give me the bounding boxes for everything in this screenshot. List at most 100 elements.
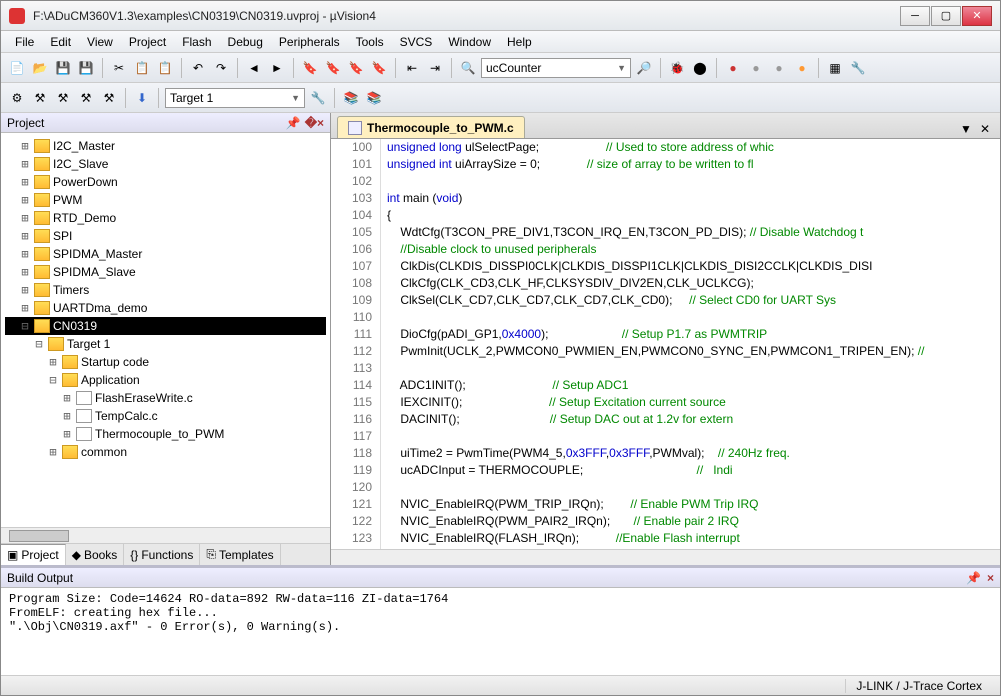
bookmark-clear-icon[interactable]: 🔖 — [369, 58, 389, 78]
manage-books-icon[interactable]: 📚 — [341, 88, 361, 108]
expand-icon[interactable]: ⊟ — [33, 337, 45, 351]
translate-icon[interactable]: ⚙ — [7, 88, 27, 108]
tree-item-powerdown[interactable]: ⊞PowerDown — [5, 173, 326, 191]
tree-item-startup-code[interactable]: ⊞Startup code — [5, 353, 326, 371]
project-tab-books[interactable]: ◆Books — [66, 544, 125, 565]
expand-icon[interactable]: ⊞ — [19, 247, 31, 261]
bookmark-next-icon[interactable]: 🔖 — [346, 58, 366, 78]
code-line[interactable]: ADC1INIT(); // Setup ADC1 — [387, 377, 1000, 394]
menu-svcs[interactable]: SVCS — [392, 32, 441, 52]
configure-icon[interactable]: 🔧 — [848, 58, 868, 78]
bookmark-icon[interactable]: 🔖 — [300, 58, 320, 78]
tree-item-application[interactable]: ⊟Application — [5, 371, 326, 389]
gray-dot2-icon[interactable]: ● — [769, 58, 789, 78]
pin-icon[interactable]: 📌 — [966, 571, 981, 585]
expand-icon[interactable]: ⊞ — [61, 427, 73, 441]
manage-components-icon[interactable]: 📚 — [364, 88, 384, 108]
new-button[interactable]: 📄 — [7, 58, 27, 78]
find-icon[interactable]: 🔍 — [458, 58, 478, 78]
find-in-files-icon[interactable]: 🔎 — [634, 58, 654, 78]
tree-item-cn0319[interactable]: ⊟CN0319 — [5, 317, 326, 335]
editor-hscrollbar[interactable] — [331, 549, 1000, 565]
menu-edit[interactable]: Edit — [42, 32, 79, 52]
tree-item-rtd-demo[interactable]: ⊞RTD_Demo — [5, 209, 326, 227]
tree-item-flasherasewrite-c[interactable]: ⊞FlashEraseWrite.c — [5, 389, 326, 407]
code-line[interactable] — [387, 428, 1000, 445]
build-icon[interactable]: ⚒ — [30, 88, 50, 108]
panel-close-icon[interactable]: × — [987, 571, 994, 585]
menu-debug[interactable]: Debug — [220, 32, 271, 52]
code-line[interactable] — [387, 309, 1000, 326]
minimize-button[interactable]: ─ — [900, 6, 930, 26]
project-hscrollbar[interactable] — [1, 527, 330, 543]
gray-dot-icon[interactable]: ● — [746, 58, 766, 78]
menu-tools[interactable]: Tools — [348, 32, 392, 52]
expand-icon[interactable]: ⊟ — [19, 319, 31, 333]
red-dot-icon[interactable]: ● — [723, 58, 743, 78]
rebuild-icon[interactable]: ⚒ — [53, 88, 73, 108]
find-combo[interactable]: ucCounter ▼ — [481, 58, 631, 78]
menu-window[interactable]: Window — [440, 32, 499, 52]
redo-button[interactable]: ↷ — [211, 58, 231, 78]
batch-build-icon[interactable]: ⚒ — [76, 88, 96, 108]
project-tab-project[interactable]: ▣Project — [1, 544, 66, 565]
tree-item-spidma-master[interactable]: ⊞SPIDMA_Master — [5, 245, 326, 263]
outdent-icon[interactable]: ⇥ — [425, 58, 445, 78]
orange-dot-icon[interactable]: ● — [792, 58, 812, 78]
expand-icon[interactable]: ⊞ — [19, 283, 31, 297]
project-tree[interactable]: ⊞I2C_Master⊞I2C_Slave⊞PowerDown⊞PWM⊞RTD_… — [1, 133, 330, 527]
expand-icon[interactable]: ⊞ — [19, 229, 31, 243]
code-line[interactable]: int main (void) — [387, 190, 1000, 207]
code-line[interactable]: //Disable clock to unused peripherals — [387, 241, 1000, 258]
expand-icon[interactable]: ⊞ — [19, 175, 31, 189]
tree-item-spidma-slave[interactable]: ⊞SPIDMA_Slave — [5, 263, 326, 281]
menu-file[interactable]: File — [7, 32, 42, 52]
code-line[interactable] — [387, 479, 1000, 496]
expand-icon[interactable]: ⊞ — [19, 301, 31, 315]
expand-icon[interactable]: ⊞ — [61, 391, 73, 405]
menu-view[interactable]: View — [79, 32, 121, 52]
editor-tab-active[interactable]: Thermocouple_to_PWM.c — [337, 116, 525, 138]
tree-item-i2c-master[interactable]: ⊞I2C_Master — [5, 137, 326, 155]
project-tab-templates[interactable]: ⎘Templates — [200, 544, 280, 565]
code-line[interactable]: PwmInit(UCLK_2,PWMCON0_PWMIEN_EN,PWMCON0… — [387, 343, 1000, 360]
back-icon[interactable]: ◄ — [244, 58, 264, 78]
code-line[interactable]: IEXCINIT(); // Setup Excitation current … — [387, 394, 1000, 411]
tree-item-target-1[interactable]: ⊟Target 1 — [5, 335, 326, 353]
code-line[interactable] — [387, 173, 1000, 190]
code-line[interactable]: ClkDis(CLKDIS_DISSPI0CLK|CLKDIS_DISSPI1C… — [387, 258, 1000, 275]
menu-project[interactable]: Project — [121, 32, 174, 52]
panel-close-icon[interactable]: �× — [305, 116, 324, 130]
tree-item-i2c-slave[interactable]: ⊞I2C_Slave — [5, 155, 326, 173]
tree-item-thermocouple-to-pwm[interactable]: ⊞Thermocouple_to_PWM — [5, 425, 326, 443]
expand-icon[interactable]: ⊞ — [19, 193, 31, 207]
code-line[interactable]: unsigned int uiArraySize = 0; // size of… — [387, 156, 1000, 173]
project-tab-functions[interactable]: {}Functions — [124, 544, 200, 565]
code-area[interactable]: unsigned long ulSelectPage; // Used to s… — [381, 139, 1000, 549]
download-icon[interactable]: ⬇ — [132, 88, 152, 108]
code-line[interactable]: ucADCInput = THERMOCOUPLE; // Indi — [387, 462, 1000, 479]
expand-icon[interactable]: ⊞ — [19, 139, 31, 153]
tree-item-pwm[interactable]: ⊞PWM — [5, 191, 326, 209]
build-output-text[interactable]: Program Size: Code=14624 RO-data=892 RW-… — [1, 588, 1000, 675]
code-line[interactable]: ClkCfg(CLK_CD3,CLK_HF,CLKSYSDIV_DIV2EN,C… — [387, 275, 1000, 292]
pin-icon[interactable]: 📌 — [286, 116, 301, 130]
menu-flash[interactable]: Flash — [174, 32, 219, 52]
debug-icon[interactable]: 🐞 — [667, 58, 687, 78]
save-button[interactable]: 💾 — [53, 58, 73, 78]
code-line[interactable]: NVIC_EnableIRQ(FLASH_IRQn); //Enable Fla… — [387, 530, 1000, 547]
open-button[interactable]: 📂 — [30, 58, 50, 78]
code-line[interactable]: NVIC_EnableIRQ(PWM_PAIR2_IRQn); // Enabl… — [387, 513, 1000, 530]
tab-dropdown-icon[interactable]: ▼ — [956, 120, 976, 138]
target-combo[interactable]: Target 1 ▼ — [165, 88, 305, 108]
expand-icon[interactable]: ⊞ — [61, 409, 73, 423]
expand-icon[interactable]: ⊞ — [19, 265, 31, 279]
code-editor[interactable]: 1001011021031041051061071081091101111121… — [331, 139, 1000, 549]
code-line[interactable]: ClkSel(CLK_CD7,CLK_CD7,CLK_CD7,CLK_CD0);… — [387, 292, 1000, 309]
code-line[interactable]: WdtCfg(T3CON_PRE_DIV1,T3CON_IRQ_EN,T3CON… — [387, 224, 1000, 241]
copy-button[interactable]: 📋 — [132, 58, 152, 78]
indent-icon[interactable]: ⇤ — [402, 58, 422, 78]
tree-item-tempcalc-c[interactable]: ⊞TempCalc.c — [5, 407, 326, 425]
forward-icon[interactable]: ► — [267, 58, 287, 78]
expand-icon[interactable]: ⊞ — [47, 355, 59, 369]
